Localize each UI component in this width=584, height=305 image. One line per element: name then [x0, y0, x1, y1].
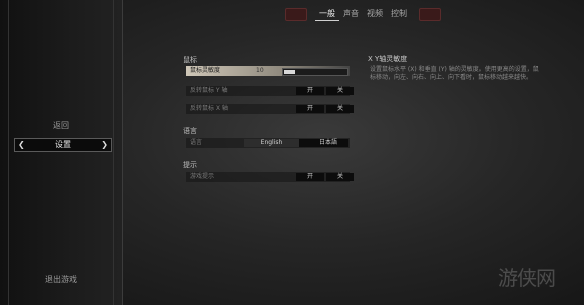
mouse-sensitivity-value: 10: [256, 67, 264, 74]
mouse-sensitivity-row[interactable]: 鼠标灵敏度 10: [186, 66, 350, 76]
chevron-right-icon: ❯: [101, 140, 108, 149]
tab-prev-button[interactable]: [285, 7, 307, 21]
hints-row: 游戏提示 开 关: [186, 172, 354, 182]
tab-sound[interactable]: 声音: [339, 8, 363, 20]
settings-button[interactable]: ❮ 设置 ❯: [14, 138, 112, 152]
language-option-japanese[interactable]: 日本語: [308, 139, 348, 147]
invert-y-off-button[interactable]: 关: [326, 87, 354, 95]
invert-x-on-button[interactable]: 开: [296, 105, 324, 113]
quit-game-button[interactable]: 退出游戏: [0, 274, 122, 285]
tab-video[interactable]: 视频: [363, 8, 387, 20]
tab-controls[interactable]: 控制: [387, 8, 411, 20]
hints-section-title: 提示: [183, 161, 197, 169]
mouse-section-title: 鼠标: [183, 56, 197, 64]
invert-x-row: 反转鼠标 X 轴 开 关: [186, 104, 354, 114]
settings-label: 设置: [55, 140, 71, 149]
invert-x-label: 反转鼠标 X 轴: [190, 105, 228, 112]
panel-divider: [113, 0, 114, 305]
tab-next-button[interactable]: [419, 7, 441, 21]
mouse-sensitivity-slider[interactable]: [282, 68, 348, 76]
back-button[interactable]: 返回: [0, 120, 122, 131]
invert-y-row: 反转鼠标 Y 轴 开 关: [186, 86, 354, 96]
tab-general[interactable]: 一般: [315, 8, 339, 21]
invert-y-label: 反转鼠标 Y 轴: [190, 87, 228, 94]
info-title: X Y轴灵敏度: [368, 55, 408, 63]
mouse-sensitivity-label: 鼠标灵敏度: [190, 67, 221, 74]
info-description: 设置鼠标水平 (X) 和垂直 (Y) 轴的灵敏度。使用更高的设置，鼠标移动，向左…: [370, 66, 539, 81]
left-menu-panel: 返回 ❮ 设置 ❯ 退出游戏: [0, 0, 123, 305]
panel-divider: [8, 0, 9, 305]
invert-x-off-button[interactable]: 关: [326, 105, 354, 113]
settings-tabs: 一般 声音 视频 控制: [285, 7, 441, 21]
chevron-left-icon: ❮: [18, 140, 25, 149]
language-section-title: 语言: [183, 127, 197, 135]
language-row: 语言 English 日本語: [186, 138, 350, 148]
watermark-logo: 游侠网: [498, 266, 556, 290]
invert-y-on-button[interactable]: 开: [296, 87, 324, 95]
language-label: 语言: [190, 139, 203, 146]
hints-off-button[interactable]: 关: [326, 173, 354, 181]
hints-label: 游戏提示: [190, 173, 215, 180]
language-selector[interactable]: English 日本語: [244, 139, 348, 147]
language-option-english[interactable]: English: [244, 139, 299, 147]
hints-on-button[interactable]: 开: [296, 173, 324, 181]
slider-fill: [284, 70, 295, 74]
